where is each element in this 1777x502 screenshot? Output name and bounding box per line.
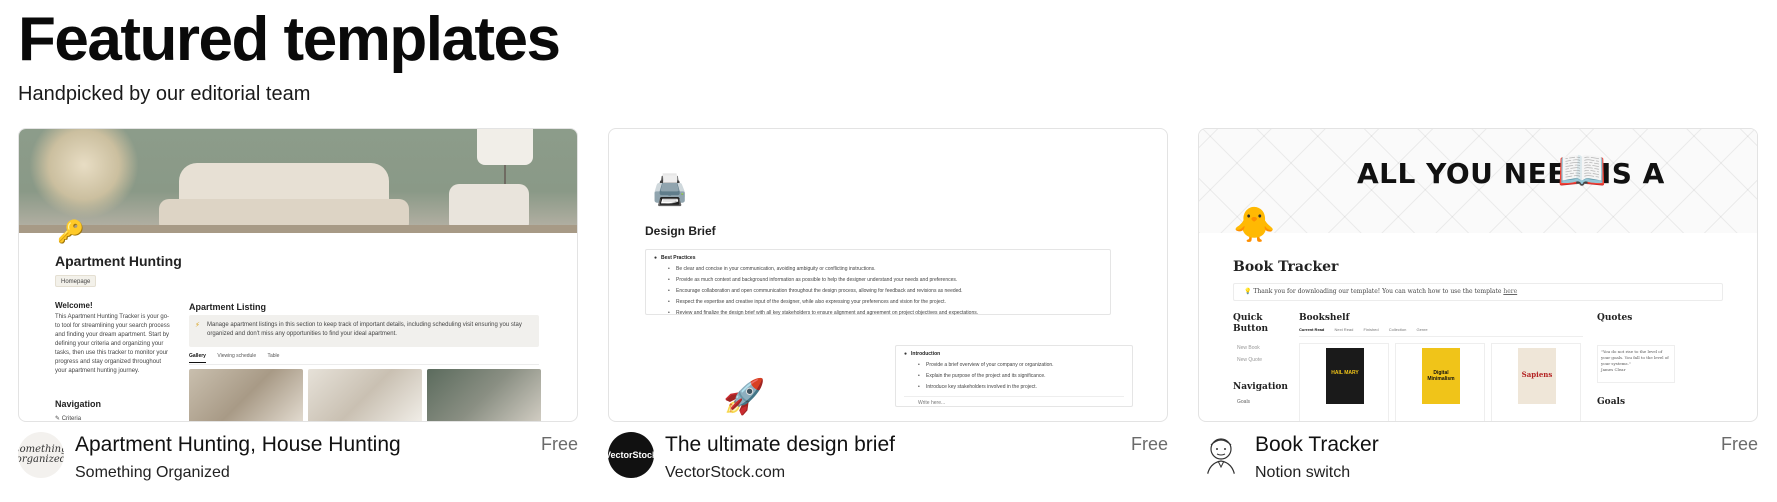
goals-link: Goals bbox=[1237, 399, 1251, 405]
book-cover: Digital Minimalism bbox=[1422, 348, 1460, 404]
listing-heading: Apartment Listing bbox=[189, 302, 267, 312]
key-icon: 🔑 bbox=[57, 219, 85, 244]
template-author[interactable]: VectorStock.com bbox=[665, 463, 785, 483]
card-meta: Book Tracker Notion switch Free bbox=[1198, 432, 1758, 488]
book-card: Sapiens bbox=[1491, 343, 1581, 421]
book-cover-title: HAIL MARY bbox=[1331, 370, 1359, 376]
price-label: Free bbox=[1720, 434, 1758, 454]
card-meta: something organized Apartment Hunting, H… bbox=[18, 432, 578, 488]
introduction-heading: Introduction bbox=[904, 351, 1124, 357]
book-cover: Sapiens bbox=[1518, 348, 1556, 404]
listing-photo bbox=[308, 369, 422, 421]
navigation-heading: Navigation bbox=[55, 399, 102, 409]
template-card-book-tracker[interactable]: ALL YOU NEED IS A 📖 🐥 Book Tracker 💡 Tha… bbox=[1198, 128, 1758, 488]
book-cover: HAIL MARY bbox=[1326, 348, 1364, 404]
preview-page-title: Apartment Hunting bbox=[55, 253, 182, 269]
listing-photo bbox=[189, 369, 303, 421]
tab-gallery: Gallery bbox=[189, 353, 206, 363]
template-card-apartment-hunting[interactable]: 🔑 Apartment Hunting Homepage Welcome! Th… bbox=[18, 128, 578, 488]
pampas-grass bbox=[29, 129, 139, 219]
write-here-placeholder: Write here... bbox=[904, 396, 1124, 406]
template-preview[interactable]: 🔑 Apartment Hunting Homepage Welcome! Th… bbox=[18, 128, 578, 422]
bookshelf-heading: Bookshelf bbox=[1299, 313, 1350, 323]
quote-card: "You do not rise to the level of your go… bbox=[1597, 345, 1675, 383]
welcome-description: This Apartment Hunting Tracker is your g… bbox=[55, 314, 170, 374]
book-card: Digital Minimalism bbox=[1395, 343, 1485, 421]
listing-photo bbox=[427, 369, 541, 421]
creator-logo: something organized bbox=[18, 432, 64, 478]
template-preview[interactable]: 🖨️ Design Brief Best Practices Be clear … bbox=[608, 128, 1168, 422]
listing-callout: ⚡ Manage apartment listings in this sect… bbox=[189, 315, 539, 347]
new-book-button: New Book bbox=[1237, 345, 1260, 351]
reading-character-icon: 🐥 bbox=[1233, 206, 1276, 244]
list-item: Encourage collaboration and open communi… bbox=[654, 286, 1102, 297]
template-title[interactable]: Apartment Hunting, House Hunting bbox=[75, 432, 401, 458]
template-title[interactable]: Book Tracker bbox=[1255, 432, 1379, 458]
criteria-label: Criteria bbox=[61, 416, 82, 422]
tab-next-read: Next Read bbox=[1334, 327, 1354, 332]
cover-image bbox=[19, 129, 577, 233]
featured-templates-section: Featured templates Handpicked by our edi… bbox=[0, 0, 1777, 502]
homepage-chip: Homepage bbox=[55, 275, 97, 287]
callout-link: here bbox=[1503, 288, 1518, 295]
callout-text: Manage apartment listings in this sectio… bbox=[207, 322, 522, 337]
banner: ALL YOU NEED IS A 📖 bbox=[1199, 129, 1757, 233]
thanks-callout: 💡 Thank you for downloading our template… bbox=[1233, 283, 1723, 301]
template-author[interactable]: Notion switch bbox=[1255, 463, 1350, 483]
section-title: Featured templates bbox=[18, 5, 561, 74]
price-label: Free bbox=[540, 434, 578, 454]
criteria-link: ✎ Criteria bbox=[55, 416, 82, 422]
list-item: Explain the purpose of the project and i… bbox=[904, 371, 1124, 382]
arrow-up-icon: ↑ bbox=[727, 399, 735, 416]
quote-text: "You do not rise to the level of your go… bbox=[1601, 349, 1669, 366]
list-item: Provide as much context and background i… bbox=[654, 275, 1102, 286]
new-quote-button: New Quote bbox=[1237, 357, 1263, 363]
tab-viewing-schedule: Viewing schedule bbox=[217, 353, 257, 359]
lamp-shade bbox=[477, 129, 533, 165]
quick-button-heading: Quick Button bbox=[1233, 313, 1269, 334]
person-sketch-icon bbox=[1206, 438, 1236, 477]
price-label: Free bbox=[1130, 434, 1168, 454]
preview-page-title: Design Brief bbox=[645, 224, 716, 238]
list-item: Provide a brief overview of your company… bbox=[904, 360, 1124, 371]
design-brief-icon: 🖨️ bbox=[651, 174, 689, 207]
open-book-icon: 📖 bbox=[1557, 149, 1607, 193]
book-cover-title: Sapiens bbox=[1521, 370, 1553, 379]
tab-table: Table bbox=[267, 353, 280, 359]
book-card: HAIL MARY bbox=[1299, 343, 1389, 421]
list-item: Introduce key stakeholders involved in t… bbox=[904, 382, 1124, 393]
template-card-design-brief[interactable]: 🖨️ Design Brief Best Practices Be clear … bbox=[608, 128, 1168, 488]
banner-text: ALL YOU NEED IS A bbox=[1357, 157, 1665, 190]
best-practices-block: Best Practices Be clear and concise in y… bbox=[645, 249, 1111, 319]
lightning-icon: ⚡ bbox=[195, 322, 200, 329]
tab-finished: Finished bbox=[1363, 327, 1379, 332]
quote-author: James Clear bbox=[1601, 367, 1626, 372]
tab-collection: Collection bbox=[1388, 327, 1407, 332]
creator-avatar bbox=[1198, 432, 1244, 478]
introduction-block: Introduction Provide a brief overview of… bbox=[895, 345, 1133, 407]
goals-heading: Goals bbox=[1597, 397, 1626, 407]
template-title[interactable]: The ultimate design brief bbox=[665, 432, 895, 458]
book-cover-title: Digital Minimalism bbox=[1427, 370, 1455, 382]
template-preview[interactable]: ALL YOU NEED IS A 📖 🐥 Book Tracker 💡 Tha… bbox=[1198, 128, 1758, 422]
list-item: Be clear and concise in your communicati… bbox=[654, 264, 1102, 275]
section-subtitle: Handpicked by our editorial team bbox=[18, 83, 311, 105]
welcome-heading: Welcome! bbox=[55, 301, 93, 310]
card-meta: VectorStock The ultimate design brief Ve… bbox=[608, 432, 1168, 488]
tab-current-read: Current Read bbox=[1299, 327, 1325, 332]
template-author[interactable]: Something Organized bbox=[75, 463, 230, 483]
best-practices-heading: Best Practices bbox=[654, 255, 1102, 261]
list-item: Review and finalize the design brief wit… bbox=[654, 308, 1102, 319]
list-item: Respect the expertise and creative input… bbox=[654, 297, 1102, 308]
preview-page-title: Book Tracker bbox=[1233, 259, 1339, 275]
navigation-heading: Navigation bbox=[1233, 382, 1288, 392]
quotes-heading: Quotes bbox=[1597, 313, 1633, 323]
listing-tabs: Gallery Viewing schedule Table bbox=[189, 353, 539, 365]
callout-text: Thank you for downloading our template! … bbox=[1253, 288, 1502, 295]
bookshelf-tabs: Current Read Next Read Finished Collecti… bbox=[1299, 327, 1583, 337]
tab-genre: Genre bbox=[1416, 327, 1428, 332]
creator-logo: VectorStock bbox=[608, 432, 654, 478]
floor bbox=[19, 225, 577, 233]
